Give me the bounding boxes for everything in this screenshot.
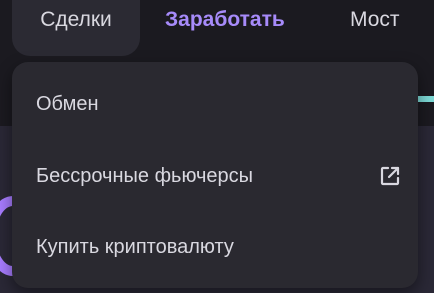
menu-item-buy-crypto[interactable]: Купить криптовалюту bbox=[12, 217, 418, 277]
nav-item-earn[interactable]: Заработать bbox=[165, 0, 285, 40]
top-navigation: Сделки Заработать Мост bbox=[0, 0, 434, 56]
deals-dropdown-menu: Обмен Бессрочные фьючерсы Купить криптов… bbox=[12, 62, 418, 288]
menu-item-label: Обмен bbox=[36, 93, 99, 115]
menu-item-label: Бессрочные фьючерсы bbox=[36, 165, 254, 187]
app-screen: Сделки Заработать Мост Обмен Бессрочные … bbox=[0, 0, 434, 293]
nav-item-bridge[interactable]: Мост bbox=[350, 0, 400, 40]
nav-item-deals[interactable]: Сделки bbox=[12, 0, 140, 56]
background-accent-stripe bbox=[418, 96, 434, 102]
menu-item-label: Купить криптовалюту bbox=[36, 236, 234, 258]
menu-item-swap[interactable]: Обмен bbox=[12, 74, 418, 134]
menu-item-perpetual-futures[interactable]: Бессрочные фьючерсы bbox=[12, 146, 418, 206]
external-link-icon bbox=[380, 166, 400, 186]
